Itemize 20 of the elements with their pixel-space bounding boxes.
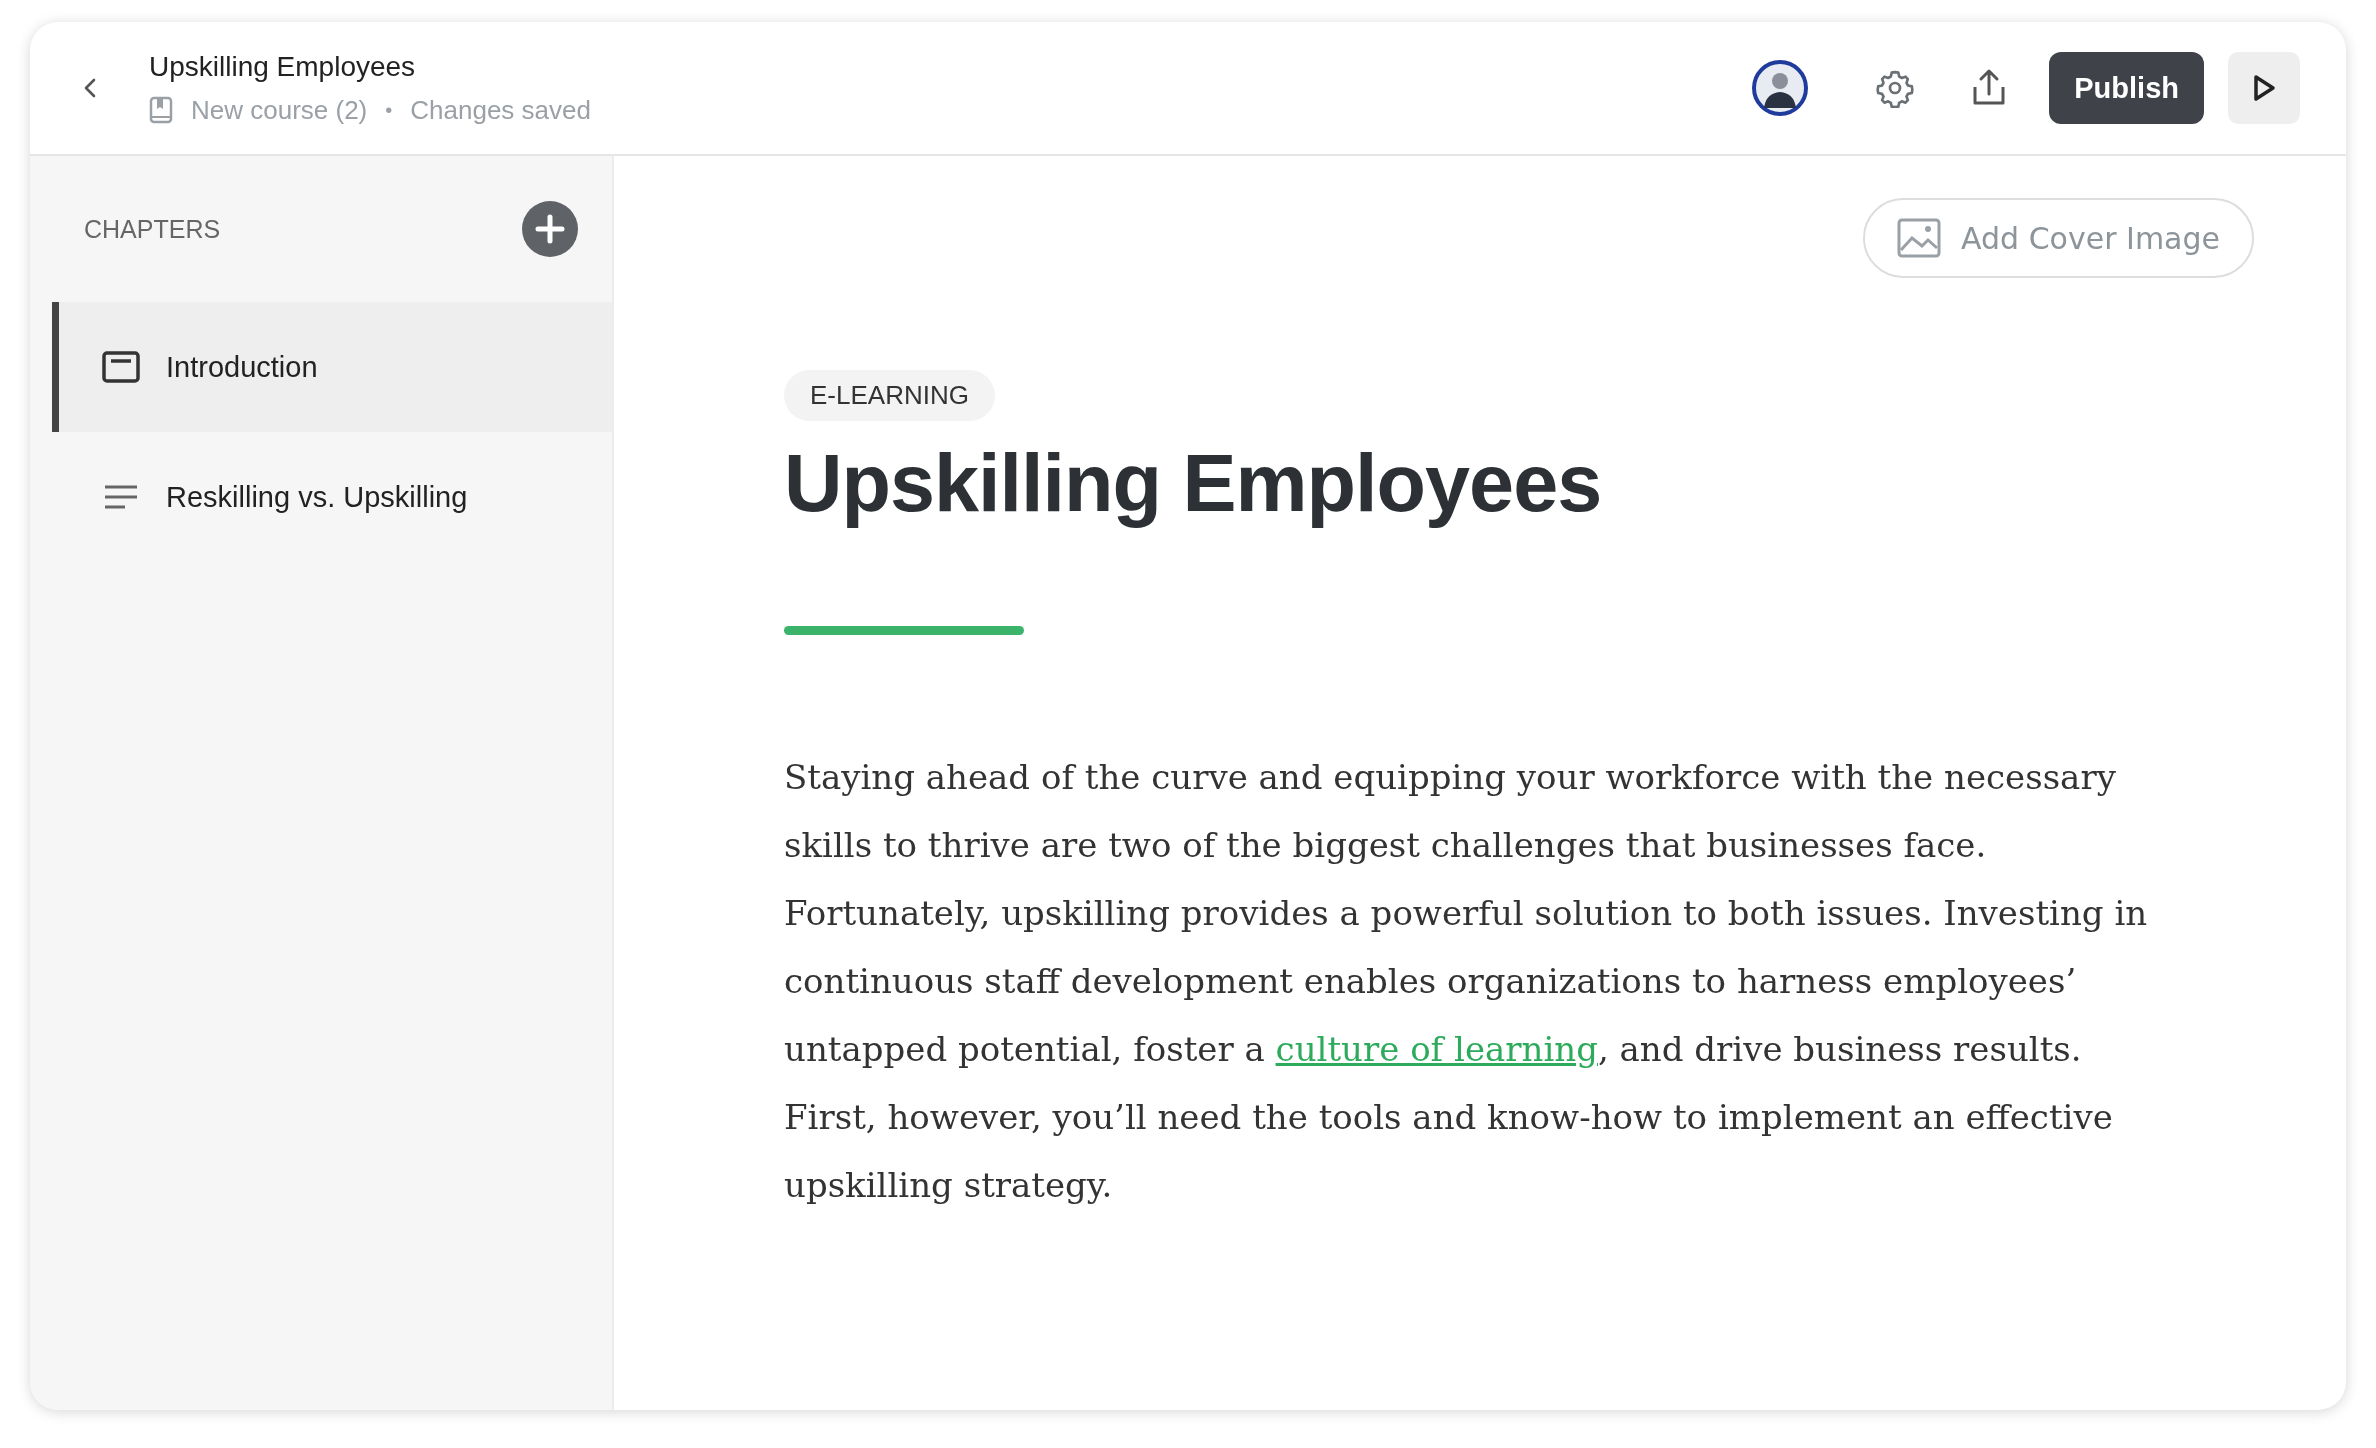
chapters-heading: CHAPTERS — [84, 214, 221, 244]
save-status: Changes saved — [410, 94, 591, 126]
chapter-item[interactable]: Reskilling vs. Upskilling — [52, 432, 612, 562]
body-paragraph: Staying ahead of the curve and equipping your workforce with the necessary skills to thrive are two of the biggest challenges that businesses face. Fortunately, upskilling provides a powerful solution to both issues. Investing in continuous staff development enables organizations to harness employees’ untapped potential, foster a culture of learning, and drive business results. First, however, you’ll need the tools and know-how to implement an effective upskilling strategy. — [784, 756, 2149, 1207]
category-tag: E-LEARNING — [784, 370, 995, 421]
chapter-item[interactable]: Introduction — [52, 302, 612, 432]
add-chapter-icon[interactable] — [522, 201, 578, 257]
book-icon — [149, 96, 173, 124]
image-icon — [1897, 218, 1942, 258]
settings-icon[interactable] — [1875, 68, 1916, 108]
page-icon — [102, 351, 140, 383]
lesson-title: Upskilling Employees — [784, 437, 1603, 530]
course-name: New course (2) — [191, 94, 368, 126]
publish-button[interactable]: Publish — [2049, 52, 2204, 124]
separator: • — [385, 98, 393, 122]
text-lines-icon — [102, 483, 140, 511]
avatar-icon[interactable] — [1751, 59, 1810, 117]
share-icon[interactable] — [1971, 68, 2008, 108]
preview-button[interactable] — [2228, 52, 2300, 124]
course-title: Upskilling Employees — [149, 50, 417, 83]
